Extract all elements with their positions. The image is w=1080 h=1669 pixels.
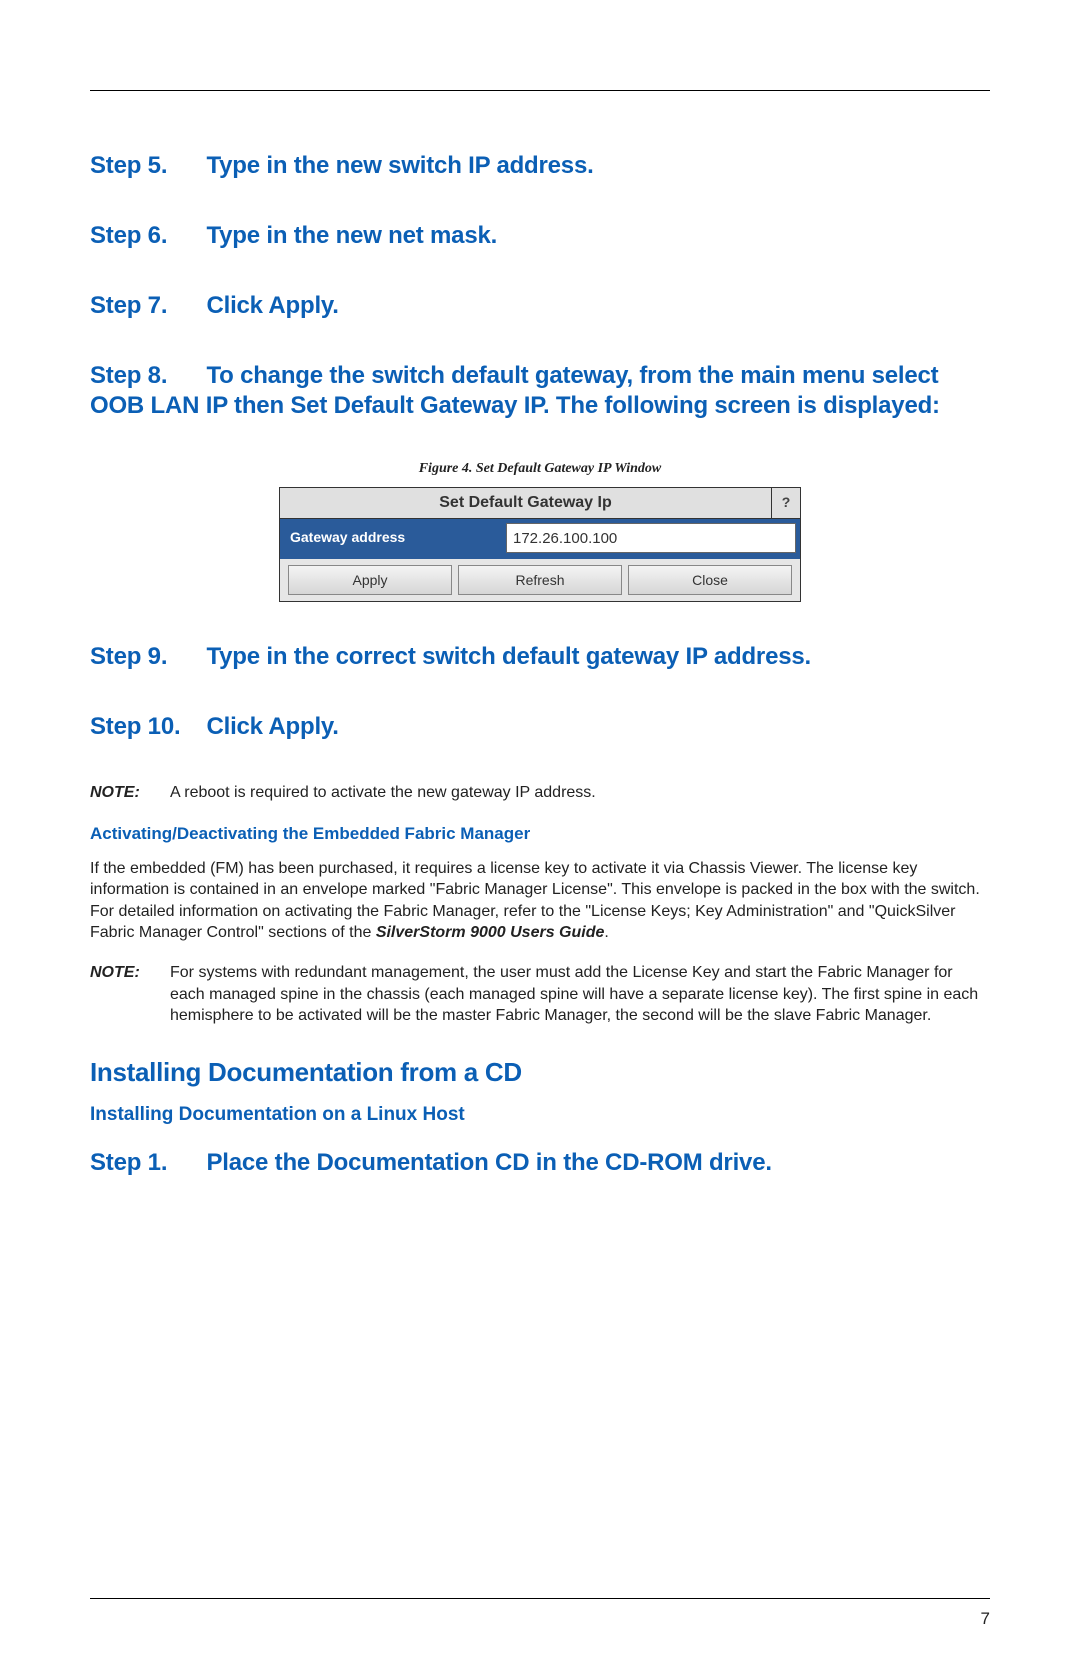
step-8-label: Step 8. <box>90 361 200 391</box>
step-7-text: Click Apply. <box>206 292 338 319</box>
close-button[interactable]: Close <box>628 565 792 595</box>
step-10: Step 10. Click Apply. <box>90 712 990 742</box>
fm-para-guide: SilverStorm 9000 Users Guide <box>376 924 605 941</box>
note-1: NOTE: A reboot is required to activate t… <box>90 782 990 804</box>
step-5-label: Step 5. <box>90 151 200 181</box>
bottom-rule <box>90 1598 990 1599</box>
note-1-label: NOTE: <box>90 782 170 804</box>
refresh-button[interactable]: Refresh <box>458 565 622 595</box>
step-6-label: Step 6. <box>90 221 200 251</box>
step-1b: Step 1. Place the Documentation CD in th… <box>90 1148 990 1178</box>
gateway-dialog: Set Default Gateway Ip ? Gateway address… <box>279 487 801 602</box>
note-2: NOTE: For systems with redundant managem… <box>90 962 990 1027</box>
page-number: 7 <box>981 1609 990 1629</box>
step-6-text: Type in the new net mask. <box>206 222 497 249</box>
install-cd-heading: Installing Documentation from a CD <box>90 1057 990 1088</box>
note-2-label: NOTE: <box>90 962 170 1027</box>
step-5-text: Type in the new switch IP address. <box>206 152 593 179</box>
gateway-row: Gateway address <box>280 519 800 559</box>
fm-para-part2: . <box>604 924 608 941</box>
step-8-text: To change the switch default gateway, fr… <box>90 362 940 419</box>
step-1b-text: Place the Documentation CD in the CD-ROM… <box>206 1149 771 1176</box>
figure-caption: Figure 4. Set Default Gateway IP Window <box>90 461 990 477</box>
activating-heading: Activating/Deactivating the Embedded Fab… <box>90 824 990 844</box>
top-rule <box>90 90 990 91</box>
step-9-text: Type in the correct switch default gatew… <box>206 643 811 670</box>
apply-button[interactable]: Apply <box>288 565 452 595</box>
fm-paragraph: If the embedded (FM) has been purchased,… <box>90 858 990 944</box>
gateway-address-input[interactable] <box>506 523 796 553</box>
dialog-title: Set Default Gateway Ip <box>280 488 771 518</box>
dialog-buttons: Apply Refresh Close <box>280 559 800 601</box>
help-icon[interactable]: ? <box>771 488 800 518</box>
step-9-label: Step 9. <box>90 642 200 672</box>
step-7-label: Step 7. <box>90 291 200 321</box>
step-10-label: Step 10. <box>90 712 200 742</box>
install-linux-heading: Installing Documentation on a Linux Host <box>90 1104 990 1126</box>
dialog-titlebar: Set Default Gateway Ip ? <box>280 488 800 519</box>
step-6: Step 6. Type in the new net mask. <box>90 221 990 251</box>
step-7: Step 7. Click Apply. <box>90 291 990 321</box>
document-page: Step 5. Type in the new switch IP addres… <box>0 0 1080 1669</box>
step-9: Step 9. Type in the correct switch defau… <box>90 642 990 672</box>
dialog-wrap: Set Default Gateway Ip ? Gateway address… <box>90 487 990 602</box>
step-1b-label: Step 1. <box>90 1148 200 1178</box>
gateway-input-cell <box>502 519 800 557</box>
step-5: Step 5. Type in the new switch IP addres… <box>90 151 990 181</box>
step-10-text: Click Apply. <box>206 713 338 740</box>
gateway-address-label: Gateway address <box>280 519 502 557</box>
step-8: Step 8. To change the switch default gat… <box>90 361 990 421</box>
note-1-body: A reboot is required to activate the new… <box>170 782 990 804</box>
note-2-body: For systems with redundant management, t… <box>170 962 990 1027</box>
